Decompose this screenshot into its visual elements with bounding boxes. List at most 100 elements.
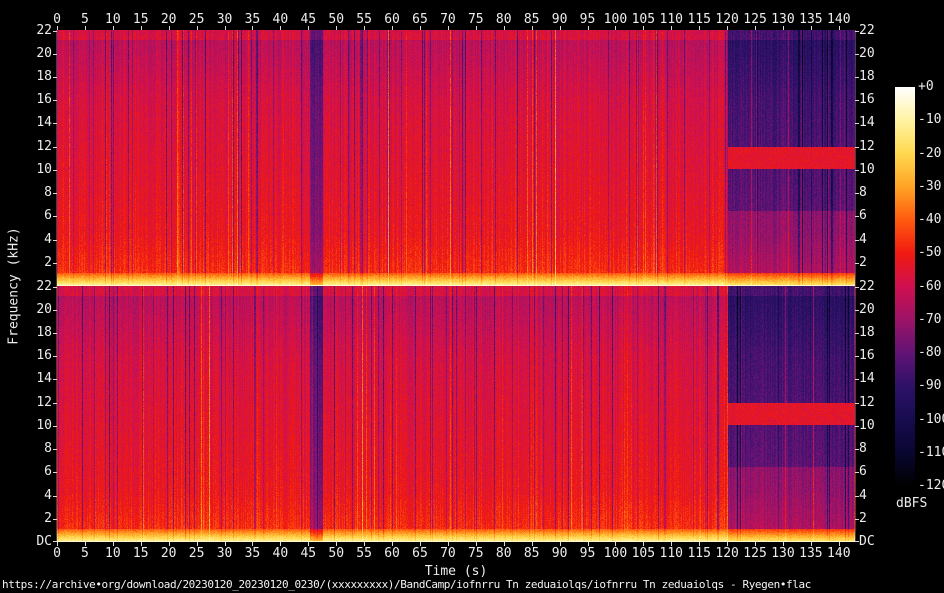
tick-mark (169, 26, 170, 30)
tick-mark (855, 403, 859, 404)
colorbar-tick-label: -110 (918, 446, 944, 460)
time-tick-label: 115 (687, 13, 710, 27)
tick-mark (855, 426, 859, 427)
time-tick-label: 85 (524, 13, 540, 27)
freq-tick-label: 18 (859, 326, 899, 340)
colorbar-tick-label: +0 (918, 80, 934, 94)
tick-mark (53, 170, 57, 171)
tick-mark (420, 26, 421, 30)
colorbar-tick-label: -40 (918, 213, 941, 227)
tick-mark (855, 193, 859, 194)
tick-mark (855, 216, 859, 217)
time-tick-label: 80 (496, 13, 512, 27)
tick-mark (699, 542, 700, 546)
tick-mark (364, 26, 365, 30)
freq-tick-label: 8 (859, 186, 899, 200)
freq-tick-label: 10 (0, 163, 52, 177)
tick-mark (197, 26, 198, 30)
tick-mark (855, 519, 859, 520)
tick-mark (308, 26, 309, 30)
tick-mark (113, 26, 114, 30)
tick-mark (783, 26, 784, 30)
file-source-text: https://archive•org/download/20230120_20… (2, 578, 811, 591)
freq-tick-label: 20 (859, 47, 899, 61)
tick-mark (560, 542, 561, 546)
colorbar-tick-label: -10 (918, 113, 941, 127)
freq-tick-label: 4 (0, 489, 52, 503)
tick-mark (855, 541, 859, 542)
tick-mark (225, 542, 226, 546)
freq-tick-label: 10 (0, 419, 52, 433)
tick-mark (85, 542, 86, 546)
tick-mark (476, 542, 477, 546)
tick-mark (811, 542, 812, 546)
spectrogram-left-channel (57, 30, 855, 286)
freq-tick-label: 8 (0, 186, 52, 200)
tick-mark (53, 100, 57, 101)
freq-tick-label: 14 (0, 116, 52, 130)
tick-mark (855, 100, 859, 101)
freq-tick-label: 22 (859, 280, 899, 294)
tick-mark (671, 26, 672, 30)
time-tick-label: 0 (53, 547, 61, 561)
tick-mark (53, 216, 57, 217)
tick-mark (53, 77, 57, 78)
tick-mark (141, 26, 142, 30)
tick-mark (855, 147, 859, 148)
tick-mark (420, 542, 421, 546)
freq-tick-label: 2 (859, 256, 899, 270)
spectrogram-right-channel (57, 286, 855, 542)
freq-tick-label: 18 (859, 70, 899, 84)
time-tick-label: 110 (660, 547, 683, 561)
tick-mark (53, 193, 57, 194)
freq-tick-label: 2 (859, 512, 899, 526)
time-tick-label: 25 (189, 13, 205, 27)
time-tick-label: 5 (81, 547, 89, 561)
tick-mark (53, 449, 57, 450)
tick-mark (448, 26, 449, 30)
tick-mark (811, 26, 812, 30)
time-tick-label: 25 (189, 547, 205, 561)
freq-tick-label: 12 (0, 396, 52, 410)
time-tick-label: 35 (245, 547, 261, 561)
tick-mark (53, 519, 57, 520)
tick-mark (53, 379, 57, 380)
colorbar-tick-label: -30 (918, 180, 941, 194)
tick-mark (532, 542, 533, 546)
freq-tick-label: 6 (859, 465, 899, 479)
freq-tick-label: 14 (859, 116, 899, 130)
tick-mark (280, 542, 281, 546)
time-tick-label: 40 (273, 547, 289, 561)
tick-mark (855, 356, 859, 357)
freq-tick-label: 22 (859, 24, 899, 38)
time-tick-label: 0 (53, 13, 61, 27)
tick-mark (448, 542, 449, 546)
tick-mark (53, 356, 57, 357)
tick-mark (643, 542, 644, 546)
tick-mark (615, 542, 616, 546)
tick-mark (855, 472, 859, 473)
tick-mark (336, 542, 337, 546)
freq-tick-label: 4 (0, 233, 52, 247)
tick-mark (53, 310, 57, 311)
tick-mark (53, 54, 57, 55)
tick-mark (252, 542, 253, 546)
tick-mark (504, 542, 505, 546)
time-tick-label: 125 (743, 13, 766, 27)
tick-mark (855, 496, 859, 497)
time-tick-label: 95 (580, 547, 596, 561)
tick-mark (504, 26, 505, 30)
freq-tick-label: 14 (859, 372, 899, 386)
tick-mark (53, 287, 57, 288)
colorbar-tick-label: -50 (918, 246, 941, 260)
tick-mark (53, 403, 57, 404)
freq-tick-label: 12 (0, 140, 52, 154)
freq-tick-label: 10 (859, 419, 899, 433)
tick-mark (755, 542, 756, 546)
spectrogram-image: Frequency (kHz) 005510101515202025253030… (0, 0, 944, 593)
freq-tick-label: 6 (0, 209, 52, 223)
tick-mark (57, 26, 58, 30)
time-tick-label: 60 (384, 547, 400, 561)
tick-mark (699, 26, 700, 30)
time-tick-label: 100 (604, 547, 627, 561)
